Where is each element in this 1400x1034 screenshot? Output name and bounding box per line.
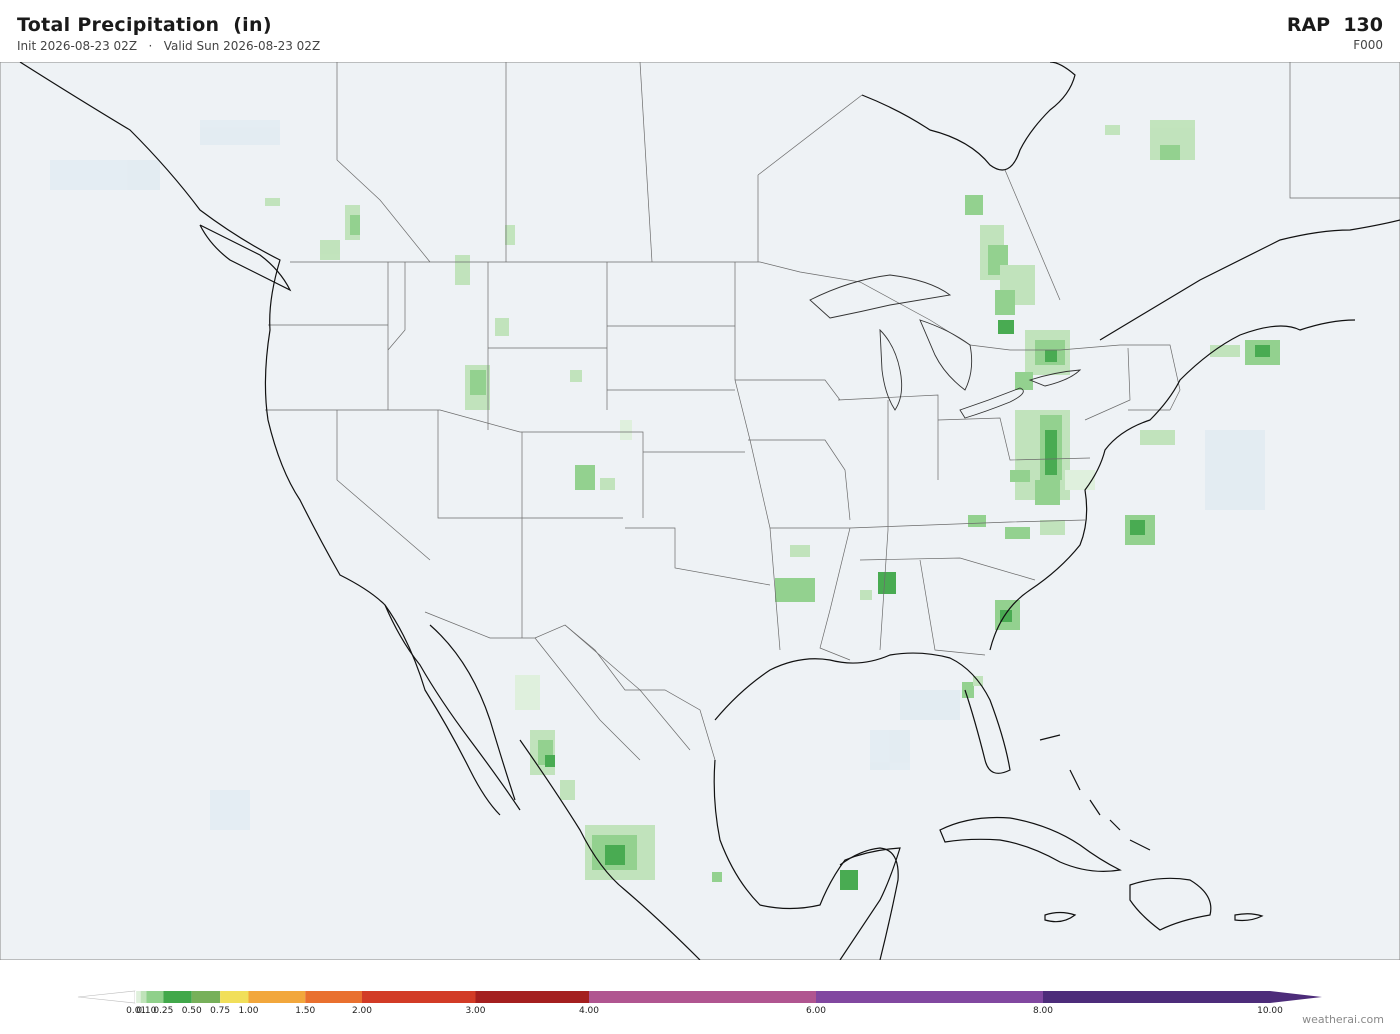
colorbar-tick-labels: 0.010.100.25 0.50 0.75 1.00 1.50 2.00 3.00 4.00…	[126, 1006, 1283, 1016]
colorbar-tick-label-11: 8.00	[1033, 1006, 1053, 1016]
colorbar-tick-label-4: 0.75	[210, 1006, 230, 1016]
colorbar-bin-13	[1043, 991, 1270, 1003]
forecast-hour: F000	[1353, 38, 1383, 52]
colorbar-tick-label-10: 6.00	[806, 1006, 826, 1016]
model-name: RAP 130	[1286, 14, 1383, 36]
map-title: Total Precipitation (in)	[17, 14, 272, 36]
colorbar-tick-label-2: 0.25	[153, 1006, 173, 1016]
colorbar-bin-2	[140, 991, 147, 1003]
colorbar-over-extension	[1270, 991, 1322, 1003]
colorbar-bin-8	[305, 991, 362, 1003]
colorbar-bin-3	[146, 991, 164, 1003]
colorbar-tick-label-3: 0.50	[182, 1006, 202, 1016]
init-valid-time: Init 2026-08-23 02Z · Valid Sun 2026-08-…	[17, 39, 321, 53]
colorbar-bins	[77, 990, 1322, 1004]
colorbar-tick-label-6: 1.50	[295, 1006, 315, 1016]
colorbar-tick-label-7: 2.00	[352, 1006, 372, 1016]
colorbar-tick-label-5: 1.00	[238, 1006, 258, 1016]
colorbar-bin-4	[163, 991, 192, 1003]
colorbar-tick-label-9: 4.00	[579, 1006, 599, 1016]
credit-text: weatherai.com	[1302, 1013, 1384, 1026]
colorbar-bin-5	[191, 991, 221, 1003]
colorbar-tick-label-12: 10.00	[1257, 1006, 1283, 1016]
colorbar-bin-10	[475, 991, 589, 1003]
colorbar-bin-0	[135, 991, 137, 1003]
colorbar-bin-9	[362, 991, 476, 1003]
colorbar-under-extension	[77, 990, 136, 1004]
colorbar-bin-1	[136, 991, 141, 1003]
colorbar-bin-6	[220, 991, 249, 1003]
colorbar: 0.010.100.25 0.50 0.75 1.00 1.50 2.00 3.00 4.00…	[77, 990, 1322, 1016]
precipitation-map	[0, 62, 1400, 960]
colorbar-bin-11	[589, 991, 816, 1003]
colorbar-tick-label-8: 3.00	[465, 1006, 485, 1016]
colorbar-bin-12	[816, 991, 1043, 1003]
colorbar-bin-7	[248, 991, 306, 1003]
